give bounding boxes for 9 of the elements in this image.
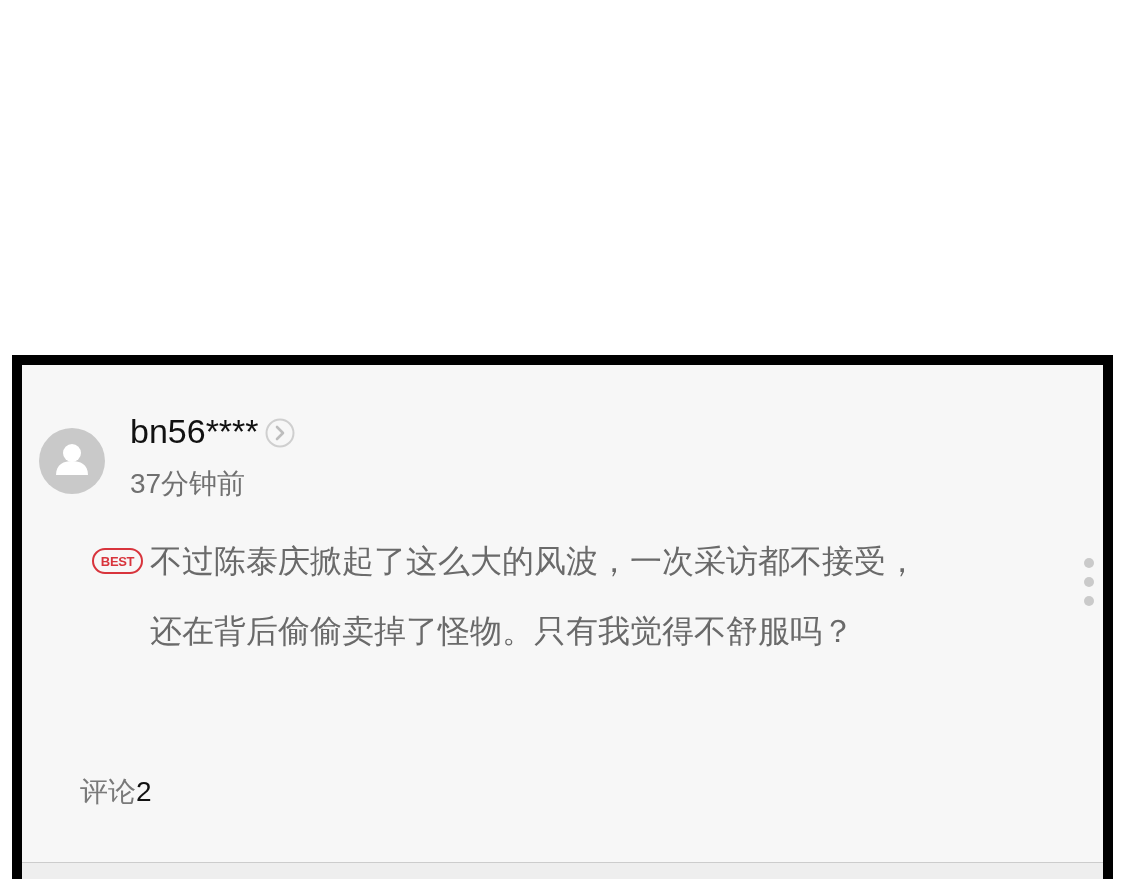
chevron-right-icon[interactable] (264, 417, 295, 448)
best-badge: BEST (92, 548, 143, 574)
more-options-icon[interactable] (1084, 558, 1094, 606)
username[interactable]: bn56**** (130, 411, 259, 452)
comment-text: 不过陈泰庆掀起了这么大的风波，一次采访都不接受， 还在背后偷偷卖掉了怪物。只有我觉得不舒服吗？ (150, 542, 918, 651)
avatar-icon[interactable] (39, 428, 105, 494)
comments-label[interactable]: 评论 (80, 775, 136, 809)
post-time: 37分钟前 (130, 467, 247, 501)
comment-count[interactable]: 2 (136, 775, 152, 809)
